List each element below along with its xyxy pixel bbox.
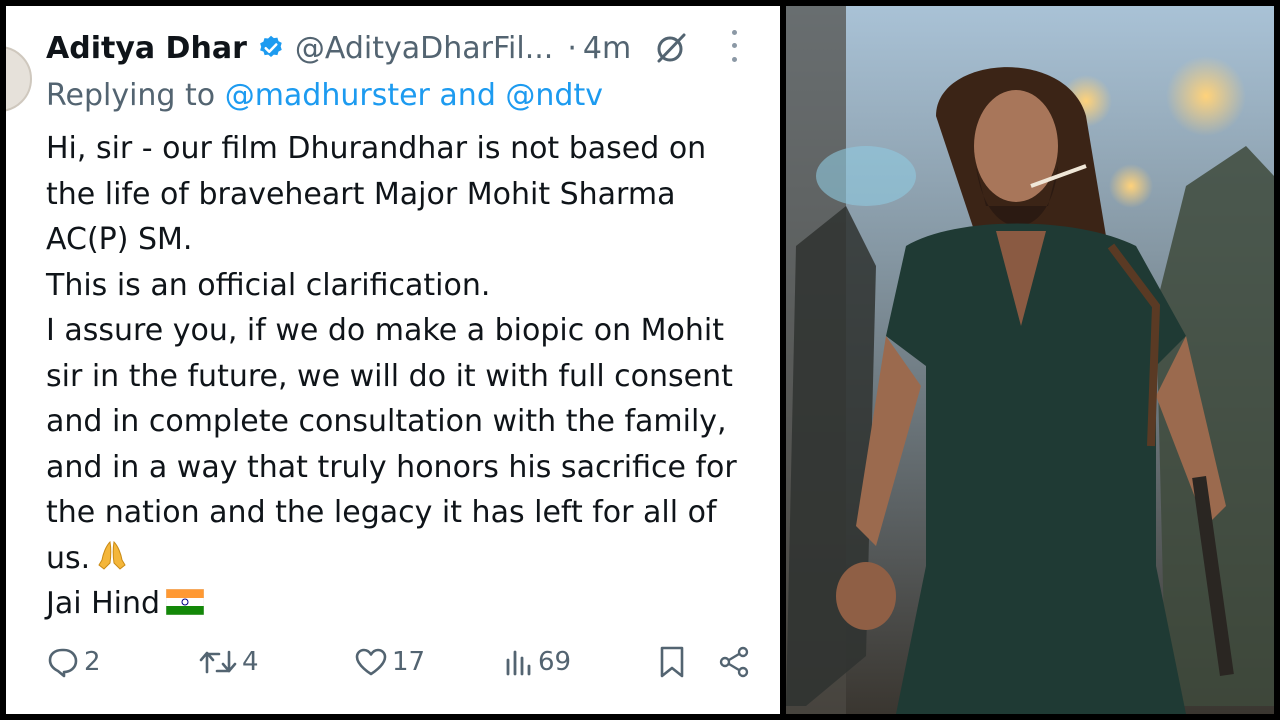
verified-badge-icon <box>257 34 285 62</box>
bookmark-icon <box>658 645 686 679</box>
tweet-line: This is an official clarification. <box>46 267 491 303</box>
tweet-header: Aditya Dhar @AdityaDharFil... · 4m <box>46 26 766 70</box>
views-count: 69 <box>538 647 572 677</box>
share-button[interactable] <box>718 642 750 682</box>
like-button[interactable]: 17 <box>354 642 425 682</box>
grok-icon[interactable] <box>653 30 689 66</box>
reply-count: 2 <box>84 647 101 677</box>
film-still-illustration <box>786 6 1274 714</box>
tweet-line: the nation and the legacy it has left fo… <box>46 495 717 530</box>
author-handle[interactable]: @AdityaDharFil... <box>295 31 553 66</box>
reply-prefix: Replying to <box>46 78 216 113</box>
tweet-line: I assure you, if we do make a biopic on … <box>46 313 725 348</box>
tweet-actions: 2 4 17 69 <box>46 642 766 682</box>
tweet-text: Hi, sir - our film Dhurandhar is not bas… <box>46 126 766 627</box>
tweet-line-with-emoji: Jai Hind <box>46 581 766 627</box>
tweet-line: the life of braveheart Major Mohit Sharm… <box>46 176 676 212</box>
avatar[interactable] <box>6 46 32 112</box>
folded-hands-icon <box>96 538 128 572</box>
tweet-line: and in complete consultation with the fa… <box>46 404 727 439</box>
share-icon <box>718 646 750 678</box>
separator-dot: · <box>567 30 577 66</box>
tweet-line: Hi, sir - our film Dhurandhar is not bas… <box>46 131 707 166</box>
india-flag-icon <box>165 583 205 616</box>
repost-count: 4 <box>242 647 259 677</box>
reply-icon <box>46 646 80 678</box>
reply-button[interactable]: 2 <box>46 642 101 682</box>
reply-mentions[interactable]: @madhurster and @ndtv <box>225 78 603 113</box>
tweet-line: sir in the future, we will do it with fu… <box>46 358 733 394</box>
reply-context: Replying to @madhurster and @ndtv <box>46 78 603 113</box>
tweet-card[interactable]: Aditya Dhar @AdityaDharFil... · 4m Reply… <box>6 6 780 714</box>
views-button[interactable]: 69 <box>504 642 571 682</box>
timestamp[interactable]: 4m <box>583 31 631 66</box>
like-icon <box>354 646 388 678</box>
bookmark-button[interactable] <box>658 642 686 682</box>
tweet-line: us. <box>46 540 91 576</box>
author-name[interactable]: Aditya Dhar <box>46 31 247 66</box>
tweet-line: and in a way that truly honors his sacri… <box>46 449 737 485</box>
tweet-line-with-emoji: us. <box>46 536 766 582</box>
more-icon[interactable] <box>730 26 738 66</box>
film-still-photo <box>786 6 1274 714</box>
repost-icon <box>198 646 238 678</box>
like-count: 17 <box>392 647 426 677</box>
tweet-line: AC(P) SM. <box>46 222 193 257</box>
tweet-line: Jai Hind <box>46 586 161 621</box>
repost-button[interactable]: 4 <box>198 642 259 682</box>
views-icon <box>504 646 534 678</box>
